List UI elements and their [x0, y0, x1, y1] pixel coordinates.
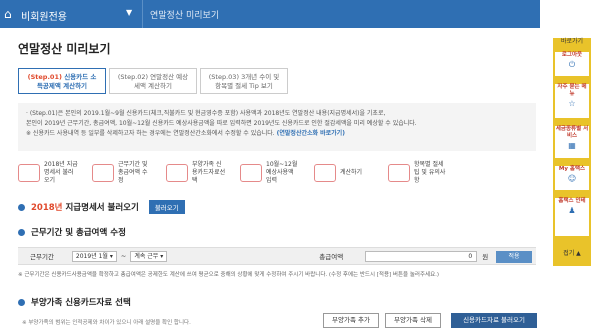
period-warning: ※ 근무기간은 신용카드사용금액을 확정하고 총급여액은 공제한도 계산에 쓰여… — [18, 272, 440, 278]
table-icon — [92, 164, 114, 182]
note-line-3: ※ 신용카드 사용내역 등 일부를 삭제하고자 하는 경우에는 연말정산간소화에… — [26, 129, 528, 139]
period-label: 근무기간 — [30, 253, 54, 261]
simplification-link[interactable]: (연말정산간소화 바로가기) — [277, 130, 345, 137]
sidebar-item-hometax-inte[interactable]: 홈택스 인테 ♟ — [555, 198, 589, 236]
sidebar-item-label: My 홈택스 — [558, 166, 586, 172]
calculator-icon — [314, 164, 336, 182]
section-year: 2018년 — [31, 203, 63, 213]
sidebar-item-tax-services[interactable]: 세금종류별 서비스 ▦ — [555, 126, 589, 158]
step-calculate: 계산하기 — [314, 159, 374, 187]
monitor-icon — [240, 164, 262, 182]
step-label: 근무기간 및 총급여액 수정 — [118, 161, 148, 184]
sidebar-item-logout[interactable]: 로그아웃 ⏻ — [555, 52, 589, 76]
info-notes: · (Step.01)은 본인의 2019.1월~9월 신용카드(체크,직불카드… — [18, 103, 536, 151]
tab-step-number: (Step.02) — [117, 73, 149, 81]
breadcrumb-main[interactable]: 비회원전용 — [21, 8, 67, 23]
step-edit-period: 근무기간 및 총급여액 수정 — [92, 159, 152, 187]
section-title: 부양가족 신용카드자료 선택 — [31, 298, 131, 308]
delete-dependent-button[interactable]: 부양가족 삭제 — [385, 313, 441, 328]
step-expected-usage: 10월~12월 예상사용액 입력 — [240, 159, 300, 187]
add-dependent-button[interactable]: 부양가족 추가 — [323, 313, 379, 328]
person-icon: ♟ — [568, 206, 576, 215]
chevron-down-icon[interactable]: ▼ — [126, 8, 132, 17]
section-bullet-icon — [18, 203, 25, 211]
page-title: 연말정산 미리보기 — [18, 42, 111, 56]
note-line-2: 본인이 2019년 근무기간, 총급여액, 10월~12월 신용카드 예상사용금… — [26, 120, 417, 127]
tilde: ~ — [120, 252, 127, 260]
star-icon: ☆ — [568, 99, 576, 108]
period-income-row: 근무기간 2019년 1월 ▾ ~ 계속 근무 ▾ 총급여액 0 원 적용 — [18, 247, 536, 265]
income-unit: 원 — [482, 253, 489, 261]
section-bullet-icon — [18, 298, 25, 306]
period-start-select[interactable]: 2019년 1월 ▾ — [71, 250, 117, 262]
income-input[interactable]: 0 — [365, 250, 478, 262]
tab-step-02[interactable]: (Step.02) 연말정산 예상세액 계산하기 — [109, 68, 197, 94]
tab-step-03[interactable]: (Step.03) 3개년 수이 및 항목별 절세 Tip 보기 — [200, 68, 288, 94]
step-label: 부양가족 신용카드자료선택 — [192, 161, 226, 184]
step-select-dependents: 부양가족 신용카드자료선택 — [166, 159, 226, 187]
section-title: 지급명세서 불러오기 — [65, 203, 139, 213]
grid-icon: ▦ — [568, 141, 576, 150]
period-end-select[interactable]: 계속 근무 ▾ — [130, 250, 168, 262]
card-icon — [166, 164, 188, 182]
section-edit-period: 근무기간 및 총급여액 수정 — [18, 226, 126, 238]
sidebar-title: 바로가기 — [560, 38, 584, 45]
step-label: 계산하기 — [340, 169, 363, 176]
dependents-note: ※ 부양가족의 범위는 인적공제와 차이가 있으니 아래 설명을 확인 합니다. — [22, 320, 191, 326]
breadcrumb-current[interactable]: 연말정산 미리보기 — [150, 8, 219, 21]
step-label: 2018년 지급명세서 불러오기 — [44, 161, 78, 184]
period-end-value: 계속 근무 — [134, 252, 159, 260]
note-line-1: · (Step.01)은 본인의 2019.1월~9월 신용카드(체크,직불카드… — [26, 110, 386, 117]
section-title: 근무기간 및 총급여액 수정 — [31, 228, 126, 238]
sidebar-item-label: 세금종류별 서비스 — [555, 126, 589, 139]
step-tips: 항목별 절세 팁 및 유의사항 — [388, 159, 448, 187]
tab-step-number: (Step.03) — [208, 73, 239, 81]
home-icon[interactable]: ⌂ — [4, 7, 18, 21]
apply-button[interactable]: 적용 — [496, 251, 532, 263]
load-statement-button[interactable]: 불러오기 — [148, 200, 185, 214]
step-label: 항목별 절세 팁 및 유의사항 — [414, 161, 446, 184]
sidebar-item-label: 로그아웃 — [561, 52, 583, 58]
sidebar-collapse[interactable]: 접기 ▲ — [553, 248, 591, 257]
step-label: 10월~12월 예상사용액 입력 — [266, 161, 298, 184]
load-card-data-button[interactable]: 신용카드자료 불러오기 — [451, 313, 537, 328]
income-label: 총급여액 — [319, 253, 344, 261]
logout-icon: ⏻ — [568, 60, 576, 69]
process-steps: 2018년 지급명세서 불러오기 근무기간 및 총급여액 수정 부양가족 신용카… — [18, 156, 536, 190]
sidebar-item-label: 자주 묻는 메뉴 — [557, 84, 587, 97]
sidebar-item-label: 홈택스 인테 — [558, 198, 586, 204]
period-start-value: 2019년 1월 — [75, 252, 108, 260]
breadcrumb-divider — [142, 0, 143, 28]
sidebar-item-faq[interactable]: 자주 묻는 메뉴 ☆ — [555, 84, 589, 118]
section-load-statement: 2018년 지급명세서 불러오기 불러오기 — [18, 200, 185, 214]
tab-step-number: (Step.01) — [27, 73, 62, 81]
step-tabs: (Step.01) 신용카드 소득공제액 계산하기 (Step.02) 연말정산… — [18, 68, 291, 94]
calendar-icon — [18, 164, 40, 182]
note-line-3-text: ※ 신용카드 사용내역 등 일부를 삭제하고자 하는 경우에는 연말정산간소화에… — [26, 130, 275, 137]
step-load-statement: 2018년 지급명세서 불러오기 — [18, 159, 78, 187]
quick-links-sidebar: 바로가기 로그아웃 ⏻ 자주 묻는 메뉴 ☆ 세금종류별 서비스 ▦ My 홈택… — [553, 38, 591, 266]
sidebar-item-my-hometax[interactable]: My 홈택스 ☺ — [555, 166, 589, 190]
tab-step-01[interactable]: (Step.01) 신용카드 소득공제액 계산하기 — [18, 68, 106, 94]
section-bullet-icon — [18, 228, 25, 236]
section-dependents: 부양가족 신용카드자료 선택 — [18, 296, 131, 308]
user-icon: ☺ — [567, 174, 577, 183]
top-nav-bar: ⌂ 비회원전용 ▼ 연말정산 미리보기 — [0, 0, 540, 28]
tip-icon — [388, 164, 410, 182]
